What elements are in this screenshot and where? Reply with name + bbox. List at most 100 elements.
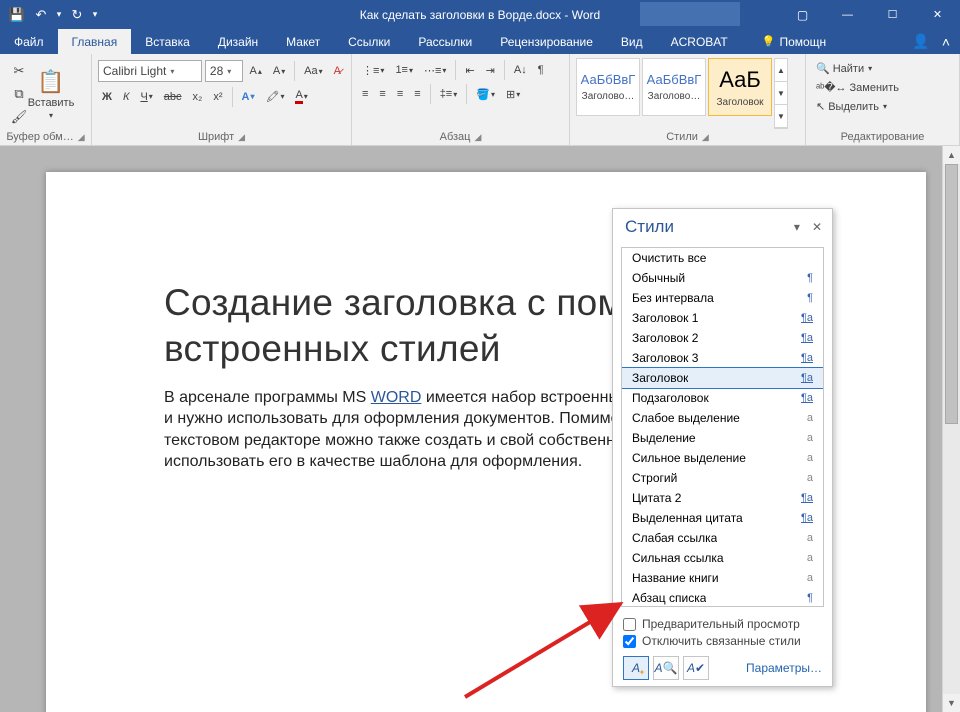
paragraph-launcher[interactable]: ◢: [474, 132, 481, 143]
redo-button[interactable]: ↻: [66, 4, 88, 26]
disable-linked-checkbox[interactable]: Отключить связанные стили: [623, 634, 822, 648]
styles-pane-menu[interactable]: ▾: [794, 220, 800, 234]
highlight-button[interactable]: 🖍▾: [261, 87, 288, 106]
grow-font-button[interactable]: A▴: [246, 62, 266, 80]
scroll-thumb[interactable]: [945, 164, 958, 424]
styles-pane-item[interactable]: Заголовок 1¶a: [622, 308, 823, 328]
maximize-button[interactable]: ☐: [870, 0, 915, 29]
styles-pane-item[interactable]: Выделенная цитата¶a: [622, 508, 823, 528]
font-launcher[interactable]: ◢: [238, 132, 245, 143]
show-marks-button[interactable]: ¶: [534, 61, 548, 79]
styles-pane-item[interactable]: Слабая ссылкаa: [622, 528, 823, 548]
justify-button[interactable]: ≡: [410, 85, 424, 103]
strikethrough-button[interactable]: abc: [160, 88, 186, 106]
scroll-down[interactable]: ▼: [943, 694, 960, 712]
font-name-combo[interactable]: Calibri Light▾: [98, 60, 202, 82]
paste-button[interactable]: 📋 Вставить ▾: [30, 56, 72, 129]
tab-references[interactable]: Ссылки: [334, 29, 404, 54]
numbering-button[interactable]: 1≡▾: [391, 61, 417, 79]
styles-pane-item[interactable]: Строгийa: [622, 468, 823, 488]
styles-pane-item[interactable]: Заголовок¶a: [622, 368, 823, 388]
styles-pane-item[interactable]: Без интервала¶: [622, 288, 823, 308]
styles-pane-close[interactable]: ✕: [812, 220, 822, 234]
vertical-scrollbar[interactable]: ▲ ▼: [942, 146, 960, 712]
superscript-button[interactable]: x²: [209, 88, 226, 106]
align-left-button[interactable]: ≡: [358, 85, 372, 103]
undo-dropdown[interactable]: ▾: [54, 4, 64, 26]
line-spacing-button[interactable]: ‡≡▾: [436, 85, 462, 103]
tab-review[interactable]: Рецензирование: [486, 29, 607, 54]
save-button[interactable]: 💾: [6, 4, 28, 26]
tab-layout[interactable]: Макет: [272, 29, 334, 54]
styles-pane-item[interactable]: Выделениеa: [622, 428, 823, 448]
manage-styles-button[interactable]: A✔: [683, 656, 709, 680]
increase-indent-button[interactable]: ⇥: [482, 61, 499, 80]
sort-button[interactable]: A↓: [510, 61, 531, 79]
user-account[interactable]: [640, 2, 740, 26]
share-button[interactable]: 👤: [912, 33, 929, 50]
clipboard-launcher[interactable]: ◢: [78, 132, 85, 143]
tab-tell-me[interactable]: Помощн: [748, 29, 840, 54]
styles-pane-item[interactable]: Заголовок 2¶a: [622, 328, 823, 348]
bold-button[interactable]: Ж: [98, 88, 116, 106]
style-inspector-button[interactable]: A🔍: [653, 656, 679, 680]
copy-button[interactable]: ⧉: [8, 83, 30, 105]
styles-launcher[interactable]: ◢: [702, 132, 709, 143]
select-button[interactable]: ↖ Выделить ▾: [812, 98, 953, 115]
hyperlink-word[interactable]: WORD: [371, 389, 422, 406]
minimize-button[interactable]: ―: [825, 0, 870, 29]
new-style-button[interactable]: A✦: [623, 656, 649, 680]
tab-insert[interactable]: Вставка: [131, 29, 204, 54]
gallery-down[interactable]: ▼: [775, 82, 787, 105]
styles-pane-item[interactable]: Сильная ссылкаa: [622, 548, 823, 568]
tab-file[interactable]: Файл: [0, 29, 58, 54]
styles-pane-item[interactable]: Название книгиa: [622, 568, 823, 588]
gallery-more[interactable]: ▼: [775, 105, 787, 128]
style-gallery-item[interactable]: АаБбВвГЗаголово…: [642, 58, 706, 116]
gallery-up[interactable]: ▲: [775, 59, 787, 82]
align-center-button[interactable]: ≡: [375, 85, 389, 103]
styles-pane-item[interactable]: Подзаголовок¶a: [622, 388, 823, 408]
cut-button[interactable]: ✂: [8, 60, 30, 82]
change-case-button[interactable]: Aa▾: [300, 62, 326, 80]
styles-pane-item[interactable]: Заголовок 3¶a: [622, 348, 823, 368]
collapse-ribbon[interactable]: ˄: [942, 34, 950, 50]
italic-button[interactable]: К: [119, 88, 133, 106]
tab-view[interactable]: Вид: [607, 29, 657, 54]
style-gallery-item[interactable]: АаБЗаголовок: [708, 58, 772, 116]
bullets-button[interactable]: ⋮≡▾: [358, 61, 388, 80]
styles-options-link[interactable]: Параметры…: [746, 661, 822, 675]
multilevel-list-button[interactable]: ⋯≡▾: [420, 61, 450, 80]
underline-button[interactable]: Ч▾: [136, 88, 156, 106]
style-gallery-item[interactable]: АаБбВвГЗаголово…: [576, 58, 640, 116]
shading-button[interactable]: 🪣▾: [472, 85, 499, 104]
format-painter-button[interactable]: 🖌: [8, 106, 30, 128]
clear-formatting-button[interactable]: A̷: [330, 62, 345, 80]
styles-pane-item[interactable]: Цитата 2¶a: [622, 488, 823, 508]
font-color-button[interactable]: A▾: [291, 86, 311, 107]
font-size-combo[interactable]: 28▾: [205, 60, 243, 82]
subscript-button[interactable]: x₂: [189, 88, 207, 106]
tab-acrobat[interactable]: ACROBAT: [657, 29, 742, 54]
styles-pane-item[interactable]: Очистить все: [622, 248, 823, 268]
styles-pane-item[interactable]: Абзац списка¶: [622, 588, 823, 607]
shrink-font-button[interactable]: A▾: [269, 62, 289, 80]
replace-button[interactable]: ᵃᵇ�↔ Заменить: [812, 79, 953, 96]
tab-design[interactable]: Дизайн: [204, 29, 272, 54]
align-right-button[interactable]: ≡: [393, 85, 407, 103]
styles-pane-item[interactable]: Сильное выделениеa: [622, 448, 823, 468]
styles-pane-item[interactable]: Слабое выделениеa: [622, 408, 823, 428]
decrease-indent-button[interactable]: ⇤: [461, 61, 478, 80]
close-button[interactable]: ✕: [915, 0, 960, 29]
find-button[interactable]: 🔍 Найти ▾: [812, 60, 953, 77]
text-effects-button[interactable]: A▾: [238, 88, 259, 106]
tab-home[interactable]: Главная: [58, 29, 132, 54]
ribbon-display-options[interactable]: ▢: [780, 0, 825, 29]
borders-button[interactable]: ⊞▾: [502, 85, 524, 104]
scroll-up[interactable]: ▲: [943, 146, 960, 164]
undo-button[interactable]: ↶: [30, 4, 52, 26]
tab-mailings[interactable]: Рассылки: [404, 29, 486, 54]
qat-customize[interactable]: ▾: [90, 4, 100, 26]
preview-checkbox[interactable]: Предварительный просмотр: [623, 617, 822, 631]
styles-pane-item[interactable]: Обычный¶: [622, 268, 823, 288]
